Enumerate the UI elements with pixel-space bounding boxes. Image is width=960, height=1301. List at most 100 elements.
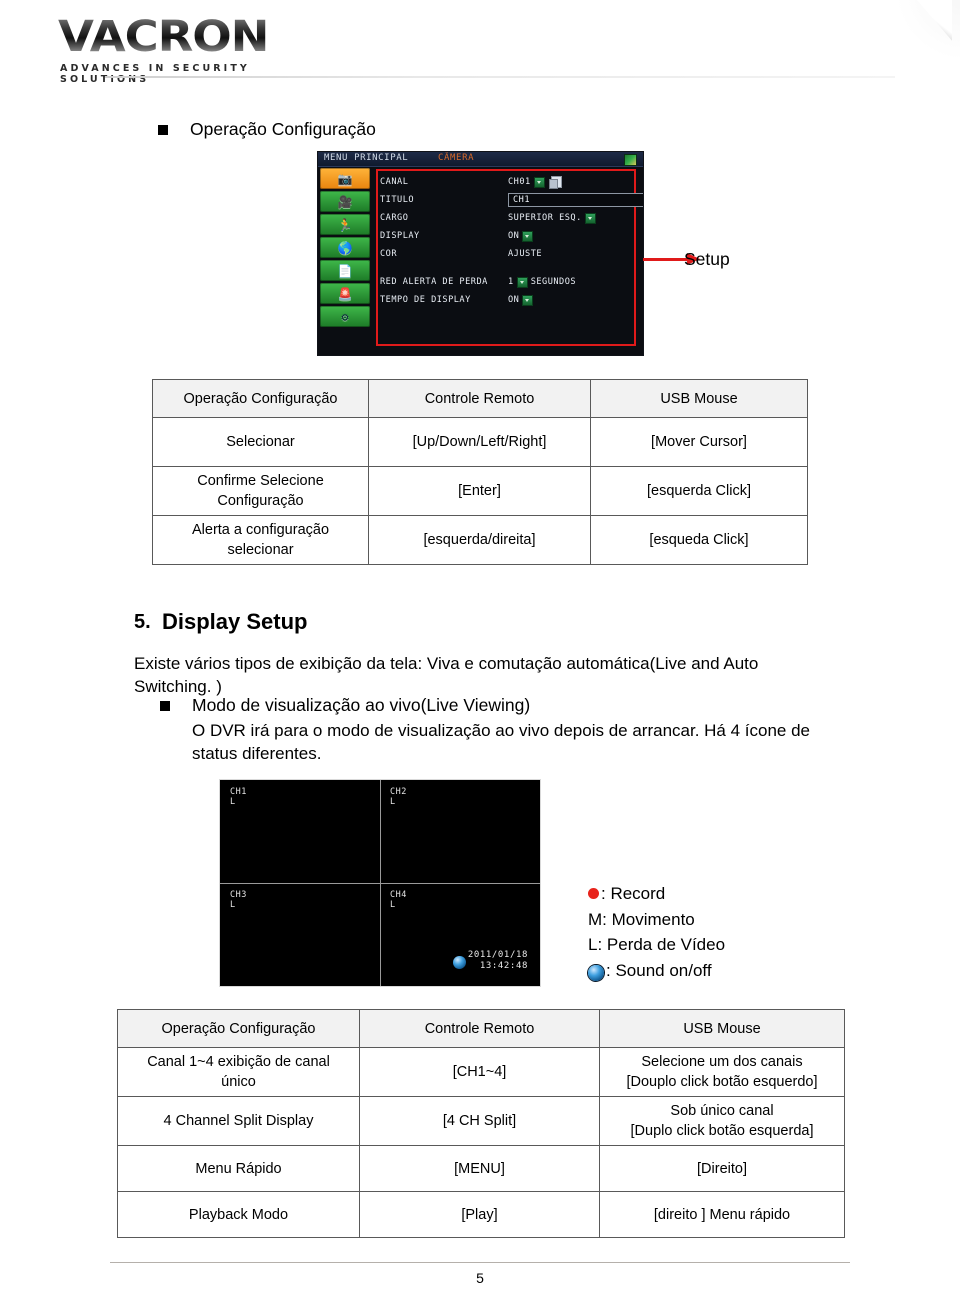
dvr-title-bar: MENU PRINCIPAL CÂMERA <box>318 152 643 167</box>
dvr-row-canal[interactable]: CANAL CH01 <box>380 173 635 191</box>
dvr-title-sub: CÂMERA <box>438 153 475 163</box>
display-setup-body: O DVR irá para o modo de visualização ao… <box>192 721 811 763</box>
live-view-horizontal-divider <box>220 883 540 884</box>
dvr-row-tempo-display[interactable]: TEMPO DE DISPLAY ON <box>380 291 635 309</box>
cell-mouse: Sob único canal [Duplo click botão esquer… <box>599 1096 845 1146</box>
chevron-down-icon[interactable] <box>522 230 534 242</box>
copy-icon[interactable] <box>548 176 562 189</box>
dvr-row-cargo[interactable]: CARGO SUPERIOR ESQ. <box>380 209 635 227</box>
dvr-value-canal: CH01 <box>508 177 531 187</box>
cell-operation: Playback Modo <box>117 1191 360 1238</box>
dvr-sidebar: 📷 🎥 🏃 🌎 📄 🚨 ⚙ <box>320 168 372 353</box>
dvr-value-cargo: SUPERIOR ESQ. <box>508 213 582 223</box>
cell-mouse: [Mover Cursor] <box>590 417 808 467</box>
dvr-window-icon <box>624 154 637 166</box>
col-header-mouse: USB Mouse <box>590 379 808 418</box>
dvr-row-spacer <box>380 263 635 273</box>
square-bullet-icon <box>160 701 170 711</box>
col-header-operation: Operação Configuração <box>117 1009 360 1048</box>
col-header-remote: Controle Remoto <box>359 1009 600 1048</box>
legend-item-sound: : Sound on/off <box>588 958 725 984</box>
table-row: Menu Rápido [MENU] [Direito] <box>117 1145 845 1192</box>
logo-wordmark: VACRON <box>58 14 339 60</box>
live-view-screenshot: CH1 L CH2 L CH3 L CH4 L 2011/01/18 13:42… <box>219 779 541 987</box>
dvr-row-cor[interactable]: COR AJUSTE <box>380 245 635 263</box>
table-row: 4 Channel Split Display [4 CH Split] Sob… <box>117 1096 845 1146</box>
table-display-ops: Operação Configuração Controle Remoto US… <box>117 1009 845 1238</box>
col-header-mouse: USB Mouse <box>599 1009 845 1048</box>
setup-callout-label: Setup <box>684 249 730 269</box>
channel-status-ch3: L <box>230 900 236 910</box>
cell-operation: Confirme Selecione Configuração <box>152 466 369 516</box>
legend-label-video-loss: L: Perda de Vídeo <box>588 935 726 954</box>
dvr-label-cargo: CARGO <box>380 213 409 223</box>
system-document-icon[interactable]: 📄 <box>320 260 370 281</box>
dvr-title-main: MENU PRINCIPAL <box>324 153 409 163</box>
cell-remote: [esquerda/direita] <box>368 515 591 565</box>
cell-operation: Selecionar <box>152 417 369 467</box>
cell-remote: [CH1~4] <box>359 1047 600 1097</box>
channel-label-ch1: CH1 <box>230 787 247 797</box>
cell-mouse: [Direito] <box>599 1145 845 1192</box>
chevron-down-icon[interactable] <box>584 212 596 224</box>
alarm-icon[interactable]: 🚨 <box>320 283 370 304</box>
legend-item-record: : Record <box>588 881 725 907</box>
chevron-down-icon[interactable] <box>516 276 528 288</box>
live-view-timestamp: 2011/01/18 13:42:48 <box>468 950 528 972</box>
dvr-input-titulo[interactable]: CH1 <box>508 193 643 207</box>
logo-tagline: ADVANCES IN SECURITY SOLUTIONS <box>60 63 250 85</box>
dvr-setup-menu-screenshot: MENU PRINCIPAL CÂMERA 📷 🎥 🏃 🌎 📄 🚨 ⚙ CANA… <box>318 152 643 355</box>
live-view-quadrant-2: CH2 L <box>380 780 540 883</box>
settings-gears-icon[interactable]: ⚙ <box>320 306 370 327</box>
timestamp-date: 2011/01/18 <box>467 950 528 960</box>
cell-remote: [Up/Down/Left/Right] <box>368 417 591 467</box>
channel-label-ch2: CH2 <box>390 787 407 797</box>
table-header-row: Operação Configuração Controle Remoto US… <box>117 1009 845 1048</box>
cell-operation: 4 Channel Split Display <box>117 1096 360 1146</box>
table-row: Canal 1~4 exibição de canal único [CH1~4]… <box>117 1047 845 1097</box>
dvr-label-cor: COR <box>380 249 398 259</box>
brand-logo: VACRON ADVANCES IN SECURITY SOLUTIONS <box>58 14 318 85</box>
channel-label-ch3: CH3 <box>230 890 247 900</box>
motion-detect-icon[interactable]: 🏃 <box>320 214 370 235</box>
dvr-value-display: ON <box>508 231 520 241</box>
table-row: Confirme Selecione Configuração [Enter] [… <box>152 466 808 516</box>
network-globe-icon[interactable]: 🌎 <box>320 237 370 258</box>
col-header-remote: Controle Remoto <box>368 379 591 418</box>
dvr-value-tempo-display: ON <box>508 295 520 305</box>
chevron-down-icon[interactable] <box>533 176 545 188</box>
dvr-suffix-red-alerta: SEGUNDOS <box>530 277 577 287</box>
dvr-row-titulo[interactable]: TITULO CH1 <box>380 191 643 209</box>
sound-icon <box>453 956 466 969</box>
table-row: Alerta a configuração selecionar [esquerd… <box>152 515 808 565</box>
camera-icon[interactable]: 📷 <box>320 168 370 189</box>
dvr-row-red-alerta[interactable]: RED ALERTA DE PERDA 1 SEGUNDOS <box>380 273 635 291</box>
page-header: VACRON ADVANCES IN SECURITY SOLUTIONS <box>0 0 960 95</box>
dvr-label-tempo-display: TEMPO DE DISPLAY <box>380 295 471 305</box>
dvr-settings-list: CANAL CH01 TITULO CH1 CARGO SUPERIOR ESQ… <box>380 173 643 309</box>
dvr-label-red-alerta: RED ALERTA DE PERDA <box>380 277 488 287</box>
cell-mouse: [esqueda Click] <box>590 515 808 565</box>
legend-label-sound: : Sound on/off <box>606 960 712 980</box>
channel-status-ch4: L <box>390 900 396 910</box>
section-heading-label: Operação Configuração <box>190 119 376 139</box>
chevron-down-icon[interactable] <box>522 294 534 306</box>
record-dot-icon <box>588 888 599 900</box>
channel-status-ch2: L <box>390 797 396 807</box>
dvr-label-canal: CANAL <box>380 177 409 187</box>
cell-remote: [MENU] <box>359 1145 600 1192</box>
legend-item-motion: M: Movimento <box>588 907 725 933</box>
display-setup-intro: Existe vários tipos de exibição da tela:… <box>134 654 759 696</box>
cell-remote: [Play] <box>359 1191 600 1238</box>
sound-icon <box>588 965 604 982</box>
section-title-display-setup: Display Setup <box>162 609 308 634</box>
cell-remote: [4 CH Split] <box>359 1096 600 1146</box>
dvr-value-red-alerta: 1 <box>508 277 514 287</box>
record-film-icon[interactable]: 🎥 <box>320 191 370 212</box>
section-heading-ops-config: Operação Configuração <box>158 118 376 141</box>
legend-item-video-loss: L: Perda de Vídeo <box>588 932 725 958</box>
status-icon-legend: : Record M: Movimento L: Perda de Vídeo … <box>588 881 725 983</box>
cell-remote: [Enter] <box>368 466 591 516</box>
page-curl-decoration <box>864 0 960 78</box>
dvr-row-display[interactable]: DISPLAY ON <box>380 227 635 245</box>
